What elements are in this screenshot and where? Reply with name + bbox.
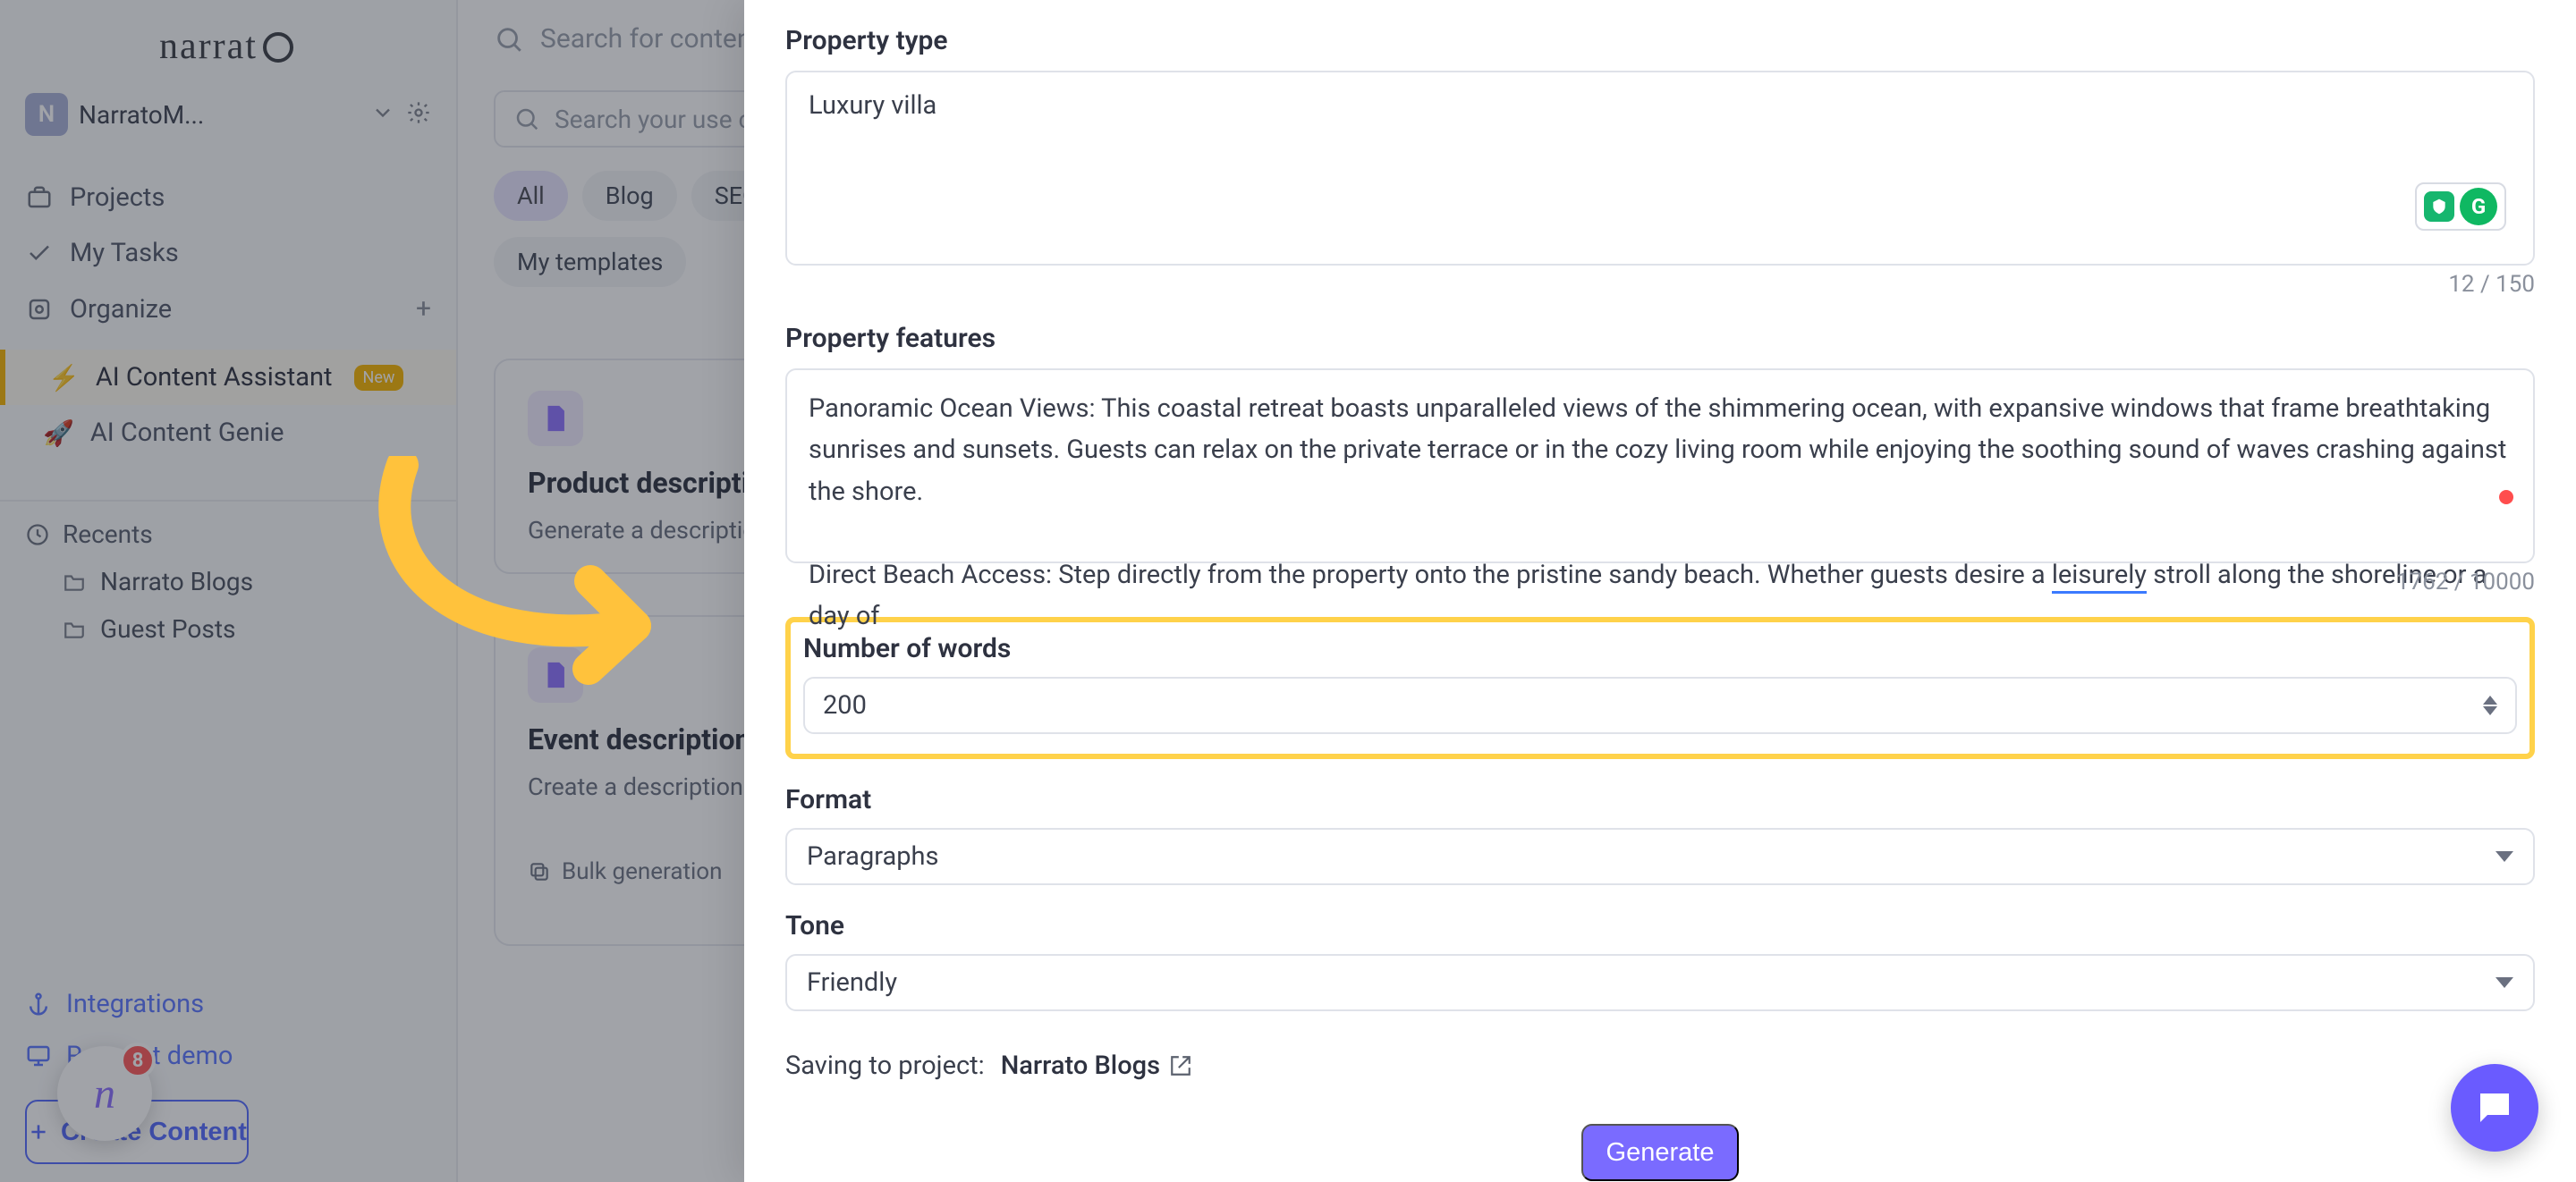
shield-icon <box>2424 191 2454 222</box>
label-property-features: Property features <box>785 323 2535 354</box>
input-value: 200 <box>823 690 867 721</box>
features-p2a: Direct Beach Access: Step directly from … <box>809 560 2052 590</box>
project-name: Narrato Blogs <box>1001 1051 1160 1081</box>
label-number-of-words: Number of words <box>803 633 2517 664</box>
select-format[interactable]: Paragraphs <box>785 828 2535 885</box>
chat-fab[interactable] <box>2451 1064 2538 1152</box>
input-property-type[interactable]: Luxury villa <box>785 71 2535 266</box>
counter-property-type: 12 / 150 <box>785 271 2535 298</box>
spellcheck-word[interactable]: leisurely <box>2052 560 2147 594</box>
external-link-icon <box>1169 1054 1192 1077</box>
select-value: Friendly <box>807 967 897 998</box>
chevron-down-icon <box>2496 851 2513 862</box>
label-tone: Tone <box>785 910 2535 941</box>
generate-button[interactable]: Generate <box>1581 1124 1739 1181</box>
input-value: Luxury villa <box>809 90 936 121</box>
grammarly-icon: G <box>2460 188 2497 225</box>
select-tone[interactable]: Friendly <box>785 954 2535 1011</box>
saving-label: Saving to project: <box>785 1051 985 1081</box>
generation-panel: Property type Luxury villa G 12 / 150 Pr… <box>744 0 2576 1182</box>
highlighted-words-field: Number of words 200 <box>785 617 2535 759</box>
error-indicator-icon[interactable] <box>2499 490 2513 504</box>
step-up-icon[interactable] <box>2483 696 2497 705</box>
select-value: Paragraphs <box>807 841 939 872</box>
chevron-down-icon <box>2496 977 2513 988</box>
number-stepper[interactable] <box>2483 696 2497 715</box>
input-number-of-words[interactable]: 200 <box>803 677 2517 734</box>
button-label: Generate <box>1606 1138 1715 1168</box>
label-format: Format <box>785 784 2535 815</box>
saving-to-project: Saving to project: Narrato Blogs <box>785 1051 2535 1081</box>
chat-icon <box>2473 1086 2516 1129</box>
project-link[interactable]: Narrato Blogs <box>1001 1051 1192 1081</box>
input-property-features[interactable]: Panoramic Ocean Views: This coastal retr… <box>785 368 2535 563</box>
writing-assist-badges[interactable]: G <box>2415 182 2506 231</box>
label-property-type: Property type <box>785 25 2535 56</box>
features-p1: Panoramic Ocean Views: This coastal retr… <box>809 393 2506 507</box>
step-down-icon[interactable] <box>2483 706 2497 715</box>
